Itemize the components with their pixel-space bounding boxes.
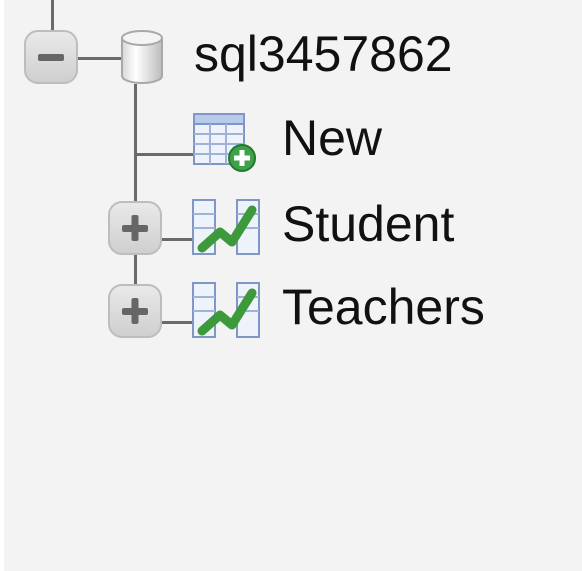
table-icon: [192, 199, 260, 255]
expand-toggle-teachers[interactable]: [108, 284, 162, 338]
navigation-tree: sql3457862 New Student Teachers: [4, 0, 582, 571]
expand-toggle-student[interactable]: [108, 201, 162, 255]
tree-connector-top: [51, 0, 54, 30]
teachers-label[interactable]: Teachers: [282, 277, 485, 337]
tree-connector-new: [134, 153, 194, 156]
table-icon: [192, 282, 260, 338]
expand-plus-icon: [122, 298, 148, 324]
database-icon: [121, 30, 163, 84]
new-table-icon: [193, 113, 256, 172]
new-label[interactable]: New: [282, 108, 382, 168]
collapse-toggle[interactable]: [24, 30, 78, 84]
database-label[interactable]: sql3457862: [194, 24, 453, 84]
collapse-minus-icon: [38, 54, 64, 61]
student-label[interactable]: Student: [282, 194, 454, 254]
expand-plus-icon: [122, 215, 148, 241]
